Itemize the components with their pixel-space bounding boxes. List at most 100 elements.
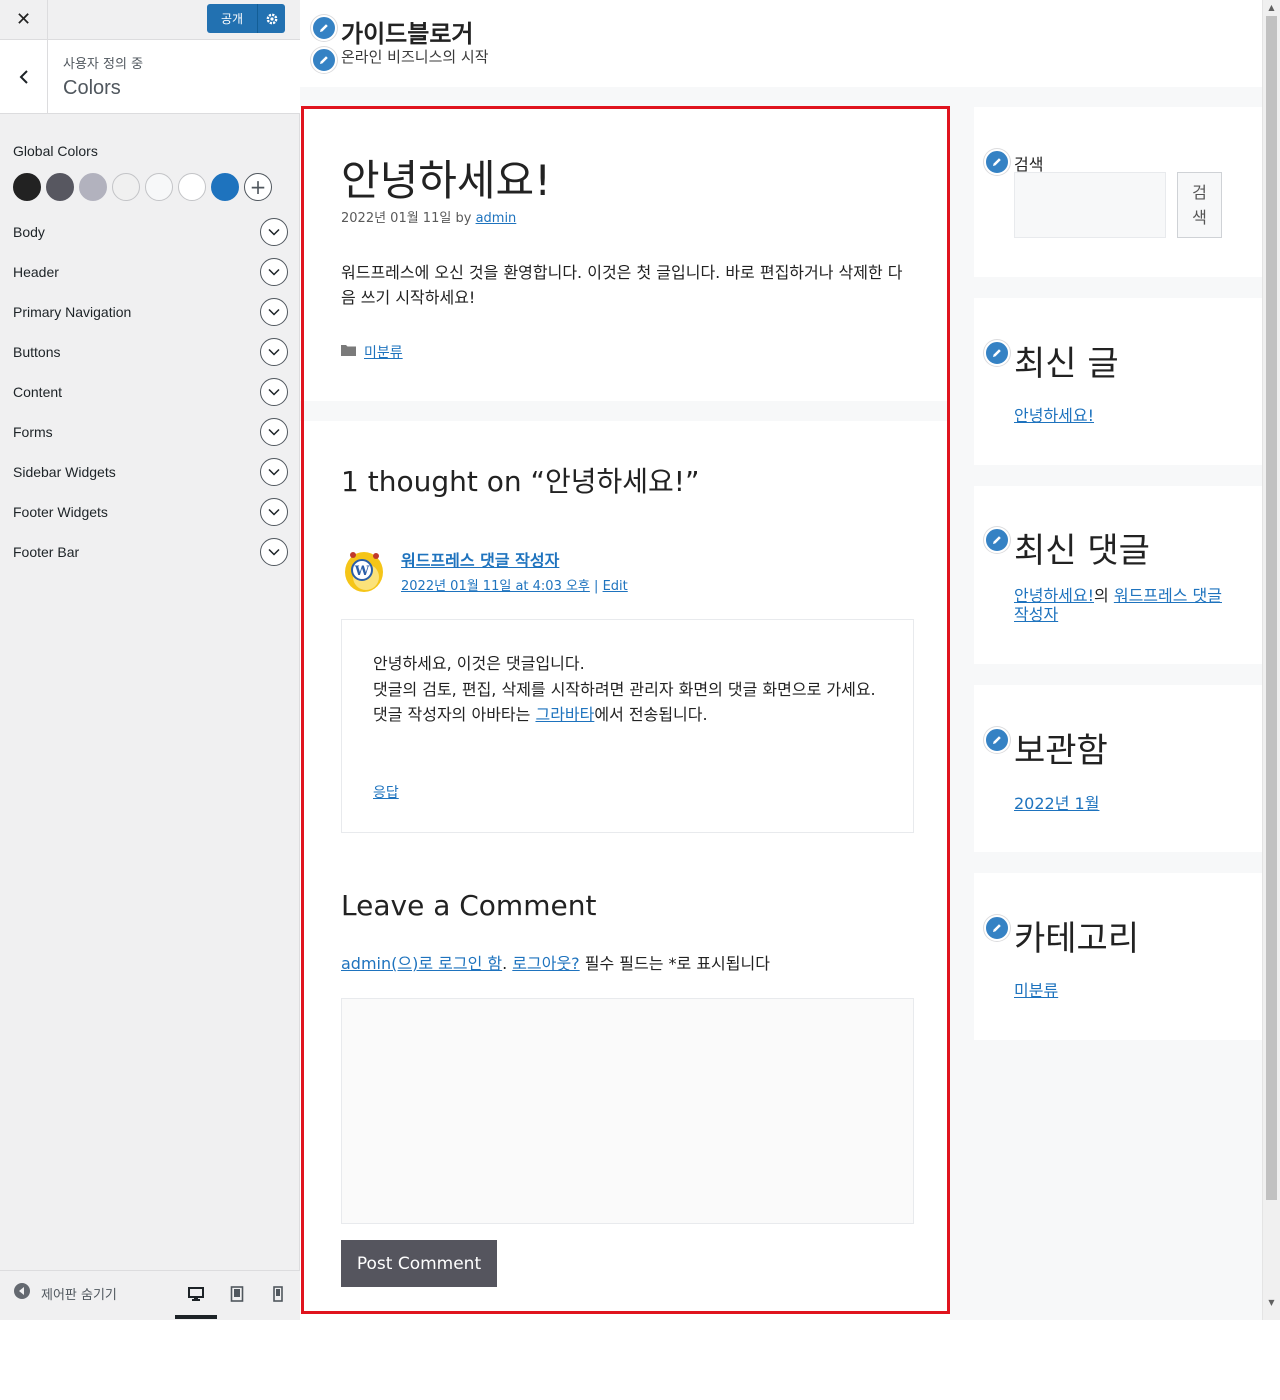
color-section-label: Footer Widgets [13,504,108,520]
edit-shortcut-icon[interactable] [984,915,1010,941]
leave-comment-title: Leave a Comment [341,889,597,922]
color-section-row[interactable]: Content [13,377,288,407]
gravatar-link[interactable]: 그라바타 [535,705,594,724]
comment-edit-link[interactable]: Edit [603,579,628,594]
comment-line: 댓글의 검토, 편집, 삭제를 시작하려면 관리자 화면의 댓글 화면으로 가세… [373,679,876,699]
color-swatch[interactable] [46,173,74,201]
post-date: 2022년 01월 11일 [341,211,452,226]
color-section-label: Header [13,264,59,280]
preview-scrollbar[interactable]: ▲ ▼ [1262,0,1280,1320]
comment-author-link[interactable]: 워드프레스 댓글 작성자 [401,547,559,571]
post-by: by [455,211,472,226]
close-icon[interactable]: ✕ [0,0,48,39]
comment-textarea[interactable] [341,998,914,1224]
mobile-icon[interactable] [260,1279,296,1309]
hide-controls-button[interactable]: 제어판 숨기기 [13,1282,117,1304]
tablet-icon[interactable] [219,1279,255,1309]
category-link[interactable]: 미분류 [364,342,403,362]
color-swatch[interactable] [79,173,107,201]
chevron-down-icon[interactable] [260,418,288,446]
comments-title: 1 thought on “안녕하세요!” [341,465,700,498]
desktop-icon[interactable] [178,1279,214,1309]
comment-text: 안녕하세요, 이것은 댓글입니다. 댓글의 검토, 편집, 삭제를 시작하려면 … [373,651,883,728]
customizer-topbar: ✕ 공개 [0,0,300,40]
comment-line: 안녕하세요, 이것은 댓글입니다. [373,654,585,673]
edit-shortcut-icon[interactable] [984,527,1010,553]
recent-posts-title: 최신 글 [1014,344,1119,384]
edit-shortcut-icon[interactable] [311,15,337,41]
logout-link[interactable]: 로그아웃? [512,954,579,973]
recent-posts-widget: 최신 글 안녕하세요! [974,298,1262,465]
chevron-down-icon[interactable] [260,218,288,246]
chevron-down-icon[interactable] [260,298,288,326]
customizing-subheading: 사용자 정의 중 [63,57,144,72]
collapse-icon [13,1282,31,1304]
customizer-footer: 제어판 숨기기 [0,1270,300,1320]
edit-shortcut-icon[interactable] [984,727,1010,753]
category-widget-link[interactable]: 미분류 [1014,977,1058,1001]
comment-body: 안녕하세요, 이것은 댓글입니다. 댓글의 검토, 편집, 삭제를 시작하려면 … [341,619,914,833]
comment-line: 댓글 작성자의 아바타는 그라바타에서 전송됩니다. [373,702,883,728]
chevron-down-icon[interactable] [260,338,288,366]
chevron-down-icon[interactable] [260,498,288,526]
post-meta: 2022년 01월 11일 by admin [341,207,516,226]
color-swatch[interactable] [211,173,239,201]
publish-button[interactable]: 공개 [207,4,257,33]
search-input[interactable] [1014,172,1166,238]
gear-icon[interactable] [257,4,285,33]
recent-comment-of: 의 [1094,586,1109,605]
chevron-down-icon[interactable] [260,378,288,406]
comment-date-link[interactable]: 2022년 01월 11일 at 4:03 오후 [401,579,590,594]
scroll-thumb[interactable] [1266,16,1277,1200]
global-colors-label: Global Colors [13,143,98,159]
back-arrow-icon[interactable] [0,40,48,113]
edit-shortcut-icon[interactable] [984,340,1010,366]
color-swatch[interactable] [13,173,41,201]
chevron-down-icon[interactable] [260,538,288,566]
archive-link[interactable]: 2022년 1월 [1014,790,1099,814]
color-section-row[interactable]: Buttons [13,337,288,367]
color-swatch[interactable] [145,173,173,201]
search-button-label: 검색 [1192,183,1207,227]
color-section-label: Primary Navigation [13,304,132,320]
dot-separator: . [502,954,508,973]
edit-shortcut-icon[interactable] [311,47,337,73]
search-widget: 검색 검색 [974,107,1262,277]
recent-comments-title: 최신 댓글 [1014,531,1150,571]
chevron-down-icon[interactable] [260,458,288,486]
color-section-row[interactable]: Footer Bar [13,537,288,567]
recent-post-link[interactable]: 안녕하세요! [1014,402,1094,426]
color-section-row[interactable]: Body [13,217,288,247]
color-swatch[interactable] [112,173,140,201]
post-categories: 미분류 [341,342,403,362]
meta-separator: | [594,579,599,594]
recent-comment-post-link[interactable]: 안녕하세요! [1014,586,1094,605]
color-swatch[interactable] [178,173,206,201]
post-author-link[interactable]: admin [476,211,517,226]
search-button[interactable]: 검색 [1177,172,1222,238]
color-section-label: Body [13,224,45,240]
site-title[interactable]: 가이드블로거 [341,14,473,49]
reply-link[interactable]: 응답 [373,782,399,802]
chevron-down-icon[interactable] [260,258,288,286]
post-comment-button[interactable]: Post Comment [341,1240,497,1287]
hide-controls-label: 제어판 숨기기 [41,1287,117,1303]
scroll-down-icon[interactable]: ▼ [1263,1295,1280,1310]
categories-widget: 카테고리 미분류 [974,873,1262,1040]
logged-in-notice: admin(으)로 로그인 함. 로그아웃? 필수 필드는 *로 표시됩니다 [341,950,770,974]
comment-meta: 2022년 01월 11일 at 4:03 오후 | Edit [401,575,628,594]
color-section-label: Forms [13,424,53,440]
color-section-row[interactable]: Primary Navigation [13,297,288,327]
color-section-row[interactable]: Sidebar Widgets [13,457,288,487]
add-color-button[interactable]: + [244,173,272,201]
post-content: 워드프레스에 오신 것을 환영합니다. 이것은 첫 글입니다. 바로 편집하거나… [341,263,903,307]
color-section-label: Content [13,384,63,400]
recent-comments-widget: 최신 댓글 안녕하세요!의 워드프레스 댓글 작성자 [974,486,1262,664]
color-section-row[interactable]: Footer Widgets [13,497,288,527]
logged-in-link[interactable]: admin(으)로 로그인 함 [341,954,502,973]
edit-shortcut-icon[interactable] [984,149,1010,175]
color-section-row[interactable]: Header [13,257,288,287]
color-section-row[interactable]: Forms [13,417,288,447]
color-section-label: Sidebar Widgets [13,464,116,480]
scroll-up-icon[interactable]: ▲ [1263,0,1280,15]
